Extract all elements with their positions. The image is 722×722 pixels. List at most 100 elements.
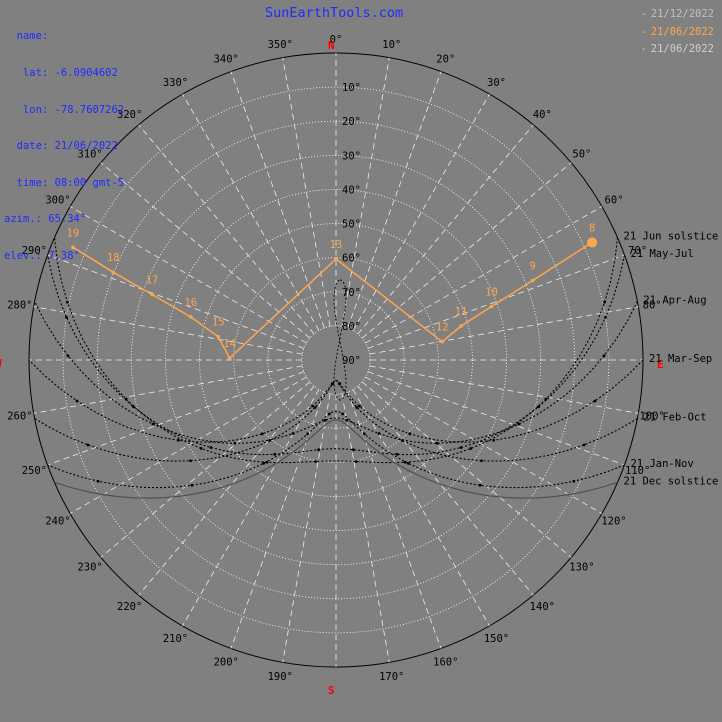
info-value-lon: -78.7607262: [54, 103, 125, 116]
legend-dash: -: [640, 25, 647, 38]
monthly-hour-mark: [602, 354, 606, 358]
legend-label: 21/12/2022: [650, 8, 714, 20]
azimuth-gridline: [352, 389, 490, 627]
elevation-tick-label: 60°: [342, 253, 361, 265]
monthly-hour-mark: [593, 399, 597, 403]
today-hour-label: 11: [455, 306, 468, 318]
monthly-hour-mark: [189, 459, 192, 463]
monthly-hour-mark: [260, 432, 264, 436]
monthly-hour-mark: [352, 448, 355, 452]
monthly-hour-mark: [459, 446, 463, 449]
monthly-hour-mark: [354, 460, 358, 463]
monthly-path-label: 21 Apr-Aug: [643, 294, 706, 306]
monthly-hour-mark: [478, 483, 482, 487]
today-hour-mark: [489, 304, 494, 309]
azimuth-gridline: [138, 385, 315, 596]
monthly-hour-mark: [475, 492, 479, 496]
monthly-hour-mark: [469, 447, 473, 450]
info-row-time: time: 08:00 gmt-5: [4, 177, 124, 189]
legend-item-dec[interactable]: -21/12/2022: [640, 6, 714, 24]
info-value-date: 21/06/2022: [54, 140, 118, 153]
info-label-lon: lon:: [22, 103, 49, 116]
today-hour-label: 9: [530, 261, 536, 273]
monthly-hour-mark: [364, 440, 367, 443]
azimuth-tick-label: 120°: [601, 516, 626, 528]
monthly-hour-mark: [407, 469, 410, 472]
info-label-time: time:: [16, 176, 49, 189]
monthly-path-label: 21 Jan-Nov: [630, 458, 693, 470]
monthly-hour-mark: [572, 479, 576, 483]
azimuth-tick-label: 280°: [7, 299, 32, 311]
legend-dash: -: [640, 43, 647, 55]
today-hour-label: 12: [436, 322, 449, 334]
info-value-lat: -6.0904602: [54, 67, 118, 80]
azimuth-tick-label: 330°: [163, 77, 188, 89]
monthly-hour-mark: [199, 447, 203, 450]
azimuth-gridline: [33, 306, 303, 355]
azimuth-gridline: [33, 365, 303, 414]
azimuth-tick-label: 200°: [214, 657, 239, 669]
legend-item-jun[interactable]: -21/06/2022: [640, 41, 714, 59]
info-label-lat: lat:: [22, 67, 49, 80]
monthly-hour-mark: [492, 438, 496, 442]
sun-path-chart: 0° 10° 20° 30° 40° 50° 60° 70° 80° 100° 110° 120° 13…: [0, 0, 722, 722]
monthly-hour-mark: [337, 382, 341, 386]
monthly-hour-mark: [313, 405, 317, 409]
info-label-date: date:: [16, 140, 49, 153]
info-row-lat: lat: -6.0904602: [4, 67, 124, 79]
info-row-name: name:: [4, 30, 124, 42]
monthly-hour-mark: [358, 404, 361, 408]
legend-item-today[interactable]: -21/06/2022: [640, 24, 714, 42]
azimuth-tick-label: 160°: [433, 657, 458, 669]
monthly-hour-mark: [317, 448, 320, 452]
cardinal-label-s: S: [328, 684, 335, 697]
azimuth-tick-label: 350°: [268, 39, 293, 51]
today-hour-label: 16: [184, 297, 197, 309]
info-panel: name: lat: -6.0904602 lon: -78.7607262 d…: [4, 6, 124, 287]
monthly-hour-mark: [517, 422, 521, 426]
azimuth-gridline: [100, 381, 311, 558]
monthly-hour-mark: [395, 452, 399, 456]
monthly-hour-mark: [327, 420, 331, 424]
azimuth-gridline: [357, 124, 534, 335]
azimuth-tick-label: 20°: [436, 53, 455, 65]
monthly-hour-mark: [603, 300, 607, 304]
info-value-azim: 65.34°: [48, 213, 87, 226]
monthly-hour-mark: [102, 493, 106, 497]
monthly-hour-mark: [75, 399, 79, 403]
monthly-hour-mark: [305, 440, 308, 443]
info-row-elev: elev.: 7.38°: [4, 250, 124, 262]
elevation-tick-label: 90°: [342, 355, 361, 367]
today-hour-mark: [440, 339, 445, 344]
site-title[interactable]: SunEarthTools.com: [265, 5, 403, 21]
azimuth-tick-label: 140°: [530, 601, 555, 613]
monthly-hour-mark: [582, 443, 586, 447]
azimuth-gridline: [230, 71, 325, 329]
elevation-tick-label: 50°: [342, 219, 361, 231]
monthly-hour-mark: [537, 405, 540, 409]
monthly-hour-mark: [268, 439, 271, 442]
monthly-hour-mark: [176, 438, 180, 442]
azimuth-gridline: [352, 93, 490, 331]
monthly-path-label: 21 Mar-Sep: [649, 353, 712, 365]
elevation-tick-label: 10°: [342, 82, 361, 94]
today-hour-mark: [530, 278, 535, 283]
azimuth-gridline: [347, 391, 442, 649]
azimuth-tick-label: 130°: [569, 561, 594, 573]
monthly-path-label: 21 May-Jul: [630, 248, 693, 260]
monthly-path-label: 21 Dec solstice: [624, 475, 719, 487]
azimuth-gridline: [347, 71, 442, 329]
monthly-hour-mark: [273, 452, 277, 456]
azimuth-gridline: [47, 371, 305, 466]
azimuth-gridline: [361, 381, 572, 558]
monthly-hour-mark: [190, 483, 194, 487]
azimuth-tick-label: 10°: [382, 39, 401, 51]
monthly-hour-mark: [314, 460, 318, 463]
monthly-hour-mark: [233, 441, 237, 445]
monthly-hour-mark: [311, 404, 314, 408]
today-hour-mark: [334, 257, 338, 261]
azimuth-tick-label: 170°: [379, 671, 404, 683]
monthly-hour-mark: [193, 492, 197, 496]
monthly-hour-mark: [355, 405, 359, 409]
monthly-hour-mark: [66, 354, 70, 358]
